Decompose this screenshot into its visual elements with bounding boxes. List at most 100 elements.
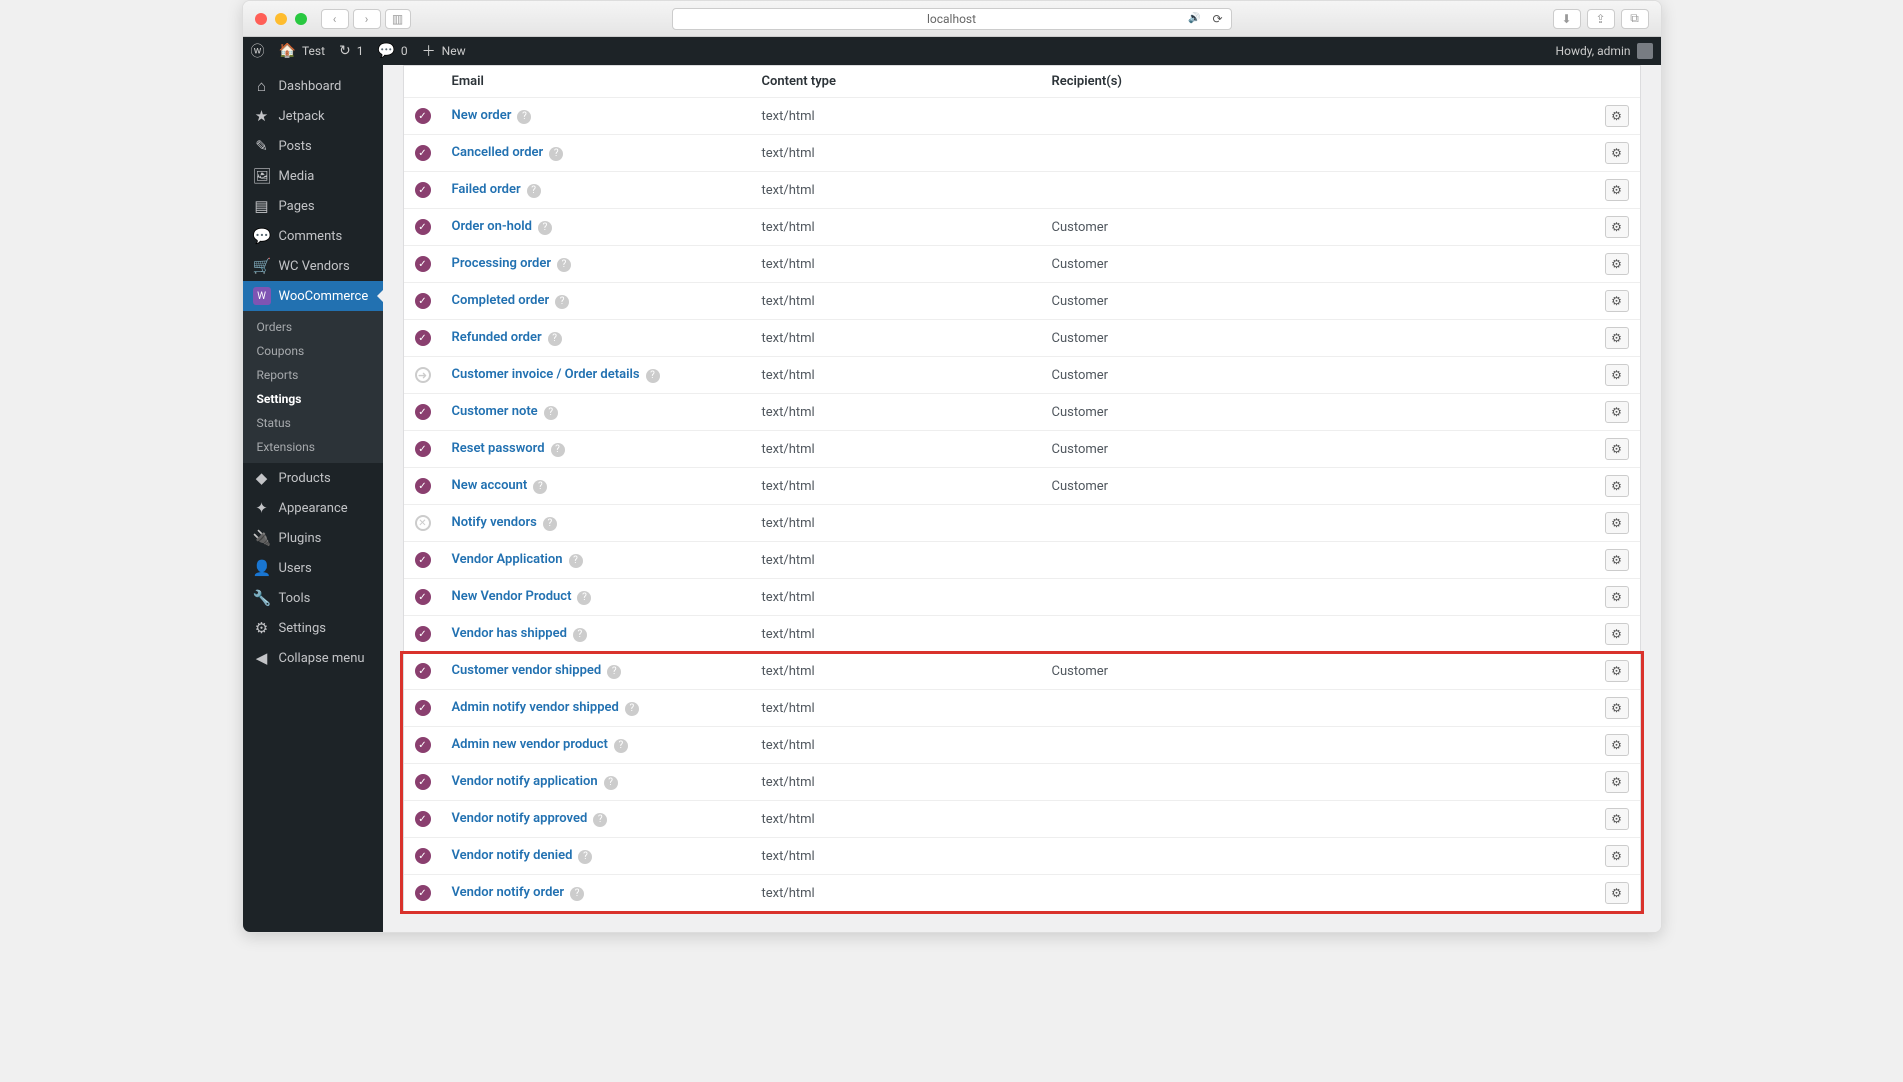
configure-button[interactable]: ⚙ [1605, 105, 1629, 127]
email-name-link[interactable]: Cancelled order [452, 145, 544, 160]
configure-button[interactable]: ⚙ [1605, 475, 1629, 497]
zoom-window-icon[interactable] [295, 13, 307, 25]
updates-link[interactable]: ↻1 [339, 43, 363, 59]
sidebar-item-jetpack[interactable]: ★Jetpack [243, 101, 383, 131]
submenu-item-status[interactable]: Status [243, 411, 383, 435]
email-name-link[interactable]: Failed order [452, 182, 521, 197]
configure-button[interactable]: ⚙ [1605, 771, 1629, 793]
minimize-window-icon[interactable] [275, 13, 287, 25]
help-tip-icon[interactable]: ? [544, 406, 558, 420]
email-name-link[interactable]: Vendor Application [452, 552, 563, 567]
share-button[interactable]: ⇪ [1587, 9, 1615, 29]
help-tip-icon[interactable]: ? [593, 813, 607, 827]
help-tip-icon[interactable]: ? [557, 258, 571, 272]
configure-button[interactable]: ⚙ [1605, 401, 1629, 423]
sidebar-item-dashboard[interactable]: ⌂Dashboard [243, 71, 383, 101]
help-tip-icon[interactable]: ? [625, 702, 639, 716]
help-tip-icon[interactable]: ? [517, 110, 531, 124]
email-name-link[interactable]: New order [452, 108, 512, 123]
sidebar-item-plugins[interactable]: 🔌Plugins [243, 523, 383, 553]
email-name-link[interactable]: Customer invoice / Order details [452, 367, 640, 382]
wp-logo[interactable]: ⓦ [251, 41, 265, 61]
configure-button[interactable]: ⚙ [1605, 142, 1629, 164]
submenu-item-reports[interactable]: Reports [243, 363, 383, 387]
email-name-link[interactable]: Vendor notify approved [452, 811, 588, 826]
sidebar-item-appearance[interactable]: ✦Appearance [243, 493, 383, 523]
email-name-link[interactable]: Admin notify vendor shipped [452, 700, 619, 715]
sidebar-item-comments[interactable]: 💬Comments [243, 221, 383, 251]
configure-button[interactable]: ⚙ [1605, 512, 1629, 534]
help-tip-icon[interactable]: ? [533, 480, 547, 494]
reload-icon[interactable]: ⟳ [1212, 12, 1222, 26]
reader-icon[interactable]: 🔊 [1188, 13, 1200, 24]
email-name-link[interactable]: Notify vendors [452, 515, 537, 530]
new-link[interactable]: ＋New [422, 41, 466, 61]
help-tip-icon[interactable]: ? [577, 591, 591, 605]
help-tip-icon[interactable]: ? [538, 221, 552, 235]
sidebar-item-woocommerce[interactable]: W WooCommerce [243, 281, 383, 311]
help-tip-icon[interactable]: ? [570, 887, 584, 901]
help-tip-icon[interactable]: ? [604, 776, 618, 790]
sidebar-item-users[interactable]: 👤Users [243, 553, 383, 583]
configure-button[interactable]: ⚙ [1605, 253, 1629, 275]
configure-button[interactable]: ⚙ [1605, 808, 1629, 830]
submenu-item-coupons[interactable]: Coupons [243, 339, 383, 363]
help-tip-icon[interactable]: ? [548, 332, 562, 346]
sidebar-item-media[interactable]: 🖼Media [243, 161, 383, 191]
back-button[interactable]: ‹ [321, 9, 349, 29]
sidebar-item-settings[interactable]: ⚙Settings [243, 613, 383, 643]
submenu-item-extensions[interactable]: Extensions [243, 435, 383, 459]
email-name-link[interactable]: Admin new vendor product [452, 737, 608, 752]
email-name-link[interactable]: Vendor notify application [452, 774, 598, 789]
email-name-link[interactable]: New Vendor Product [452, 589, 572, 604]
configure-button[interactable]: ⚙ [1605, 734, 1629, 756]
sidebar-item-posts[interactable]: ✎Posts [243, 131, 383, 161]
email-name-link[interactable]: Processing order [452, 256, 552, 271]
tabs-button[interactable]: ⧉ [1621, 9, 1649, 29]
configure-button[interactable]: ⚙ [1605, 623, 1629, 645]
configure-button[interactable]: ⚙ [1605, 549, 1629, 571]
configure-button[interactable]: ⚙ [1605, 586, 1629, 608]
help-tip-icon[interactable]: ? [607, 665, 621, 679]
configure-button[interactable]: ⚙ [1605, 882, 1629, 904]
configure-button[interactable]: ⚙ [1605, 290, 1629, 312]
help-tip-icon[interactable]: ? [555, 295, 569, 309]
help-tip-icon[interactable]: ? [527, 184, 541, 198]
configure-button[interactable]: ⚙ [1605, 697, 1629, 719]
email-name-link[interactable]: Completed order [452, 293, 550, 308]
address-bar[interactable]: localhost 🔊 ⟳ [672, 8, 1232, 30]
email-name-link[interactable]: Reset password [452, 441, 545, 456]
account-link[interactable]: Howdy, admin [1556, 44, 1631, 58]
configure-button[interactable]: ⚙ [1605, 216, 1629, 238]
help-tip-icon[interactable]: ? [569, 554, 583, 568]
email-name-link[interactable]: Customer note [452, 404, 538, 419]
site-link[interactable]: 🏠Test [279, 43, 326, 59]
sidebar-toggle-button[interactable]: ▥ [385, 9, 411, 29]
sidebar-item-collapse-menu[interactable]: ◀Collapse menu [243, 643, 383, 673]
help-tip-icon[interactable]: ? [549, 147, 563, 161]
help-tip-icon[interactable]: ? [551, 443, 565, 457]
sidebar-item-products[interactable]: ◆Products [243, 463, 383, 493]
email-name-link[interactable]: Vendor has shipped [452, 626, 567, 641]
configure-button[interactable]: ⚙ [1605, 438, 1629, 460]
forward-button[interactable]: › [353, 9, 381, 29]
sidebar-item-pages[interactable]: ▤Pages [243, 191, 383, 221]
close-window-icon[interactable] [255, 13, 267, 25]
submenu-item-settings[interactable]: Settings [243, 387, 383, 411]
help-tip-icon[interactable]: ? [578, 850, 592, 864]
download-button[interactable]: ⬇ [1553, 9, 1581, 29]
comments-link[interactable]: 💬0 [377, 43, 407, 59]
help-tip-icon[interactable]: ? [543, 517, 557, 531]
email-name-link[interactable]: Refunded order [452, 330, 542, 345]
configure-button[interactable]: ⚙ [1605, 364, 1629, 386]
email-name-link[interactable]: New account [452, 478, 528, 493]
email-name-link[interactable]: Customer vendor shipped [452, 663, 602, 678]
email-name-link[interactable]: Order on-hold [452, 219, 532, 234]
configure-button[interactable]: ⚙ [1605, 845, 1629, 867]
email-name-link[interactable]: Vendor notify denied [452, 848, 573, 863]
configure-button[interactable]: ⚙ [1605, 660, 1629, 682]
configure-button[interactable]: ⚙ [1605, 327, 1629, 349]
help-tip-icon[interactable]: ? [573, 628, 587, 642]
sidebar-item-tools[interactable]: 🔧Tools [243, 583, 383, 613]
submenu-item-orders[interactable]: Orders [243, 315, 383, 339]
